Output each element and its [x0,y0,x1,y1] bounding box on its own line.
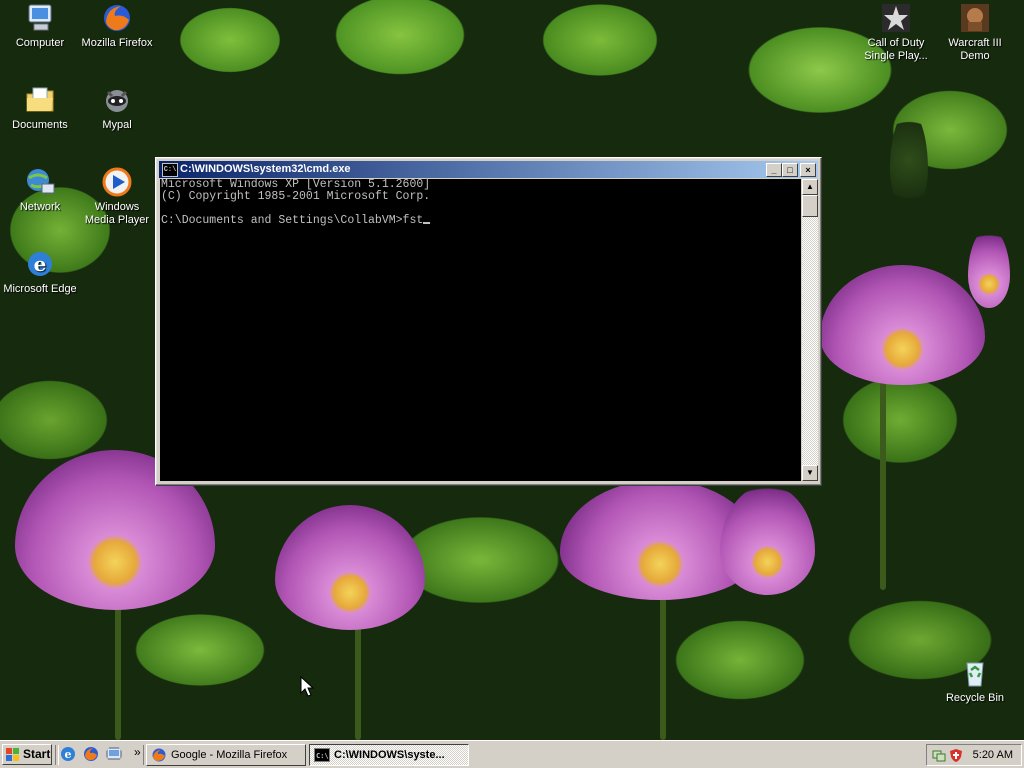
desktop-icon-edge[interactable]: e Microsoft Edge [2,248,78,296]
minimize-button[interactable]: _ [766,163,782,177]
console-line: (C) Copyright 1985-2001 Microsoft Corp. [161,190,431,203]
desktop-icon-label: Windows Media Player [84,201,150,226]
task-label: Google - Mozilla Firefox [171,749,288,761]
text-cursor [423,222,431,224]
firefox-icon [152,748,166,762]
console-output[interactable]: Microsoft Windows XP [Version 5.1.2600](… [160,179,801,481]
taskbar-separator [55,745,59,765]
scroll-down-button[interactable]: ▼ [802,465,818,481]
clock[interactable]: 5:20 AM [973,745,1013,765]
window-titlebar[interactable]: C:\ C:\WINDOWS\system32\cmd.exe _ □ × [159,161,818,178]
recycle-bin-icon [959,657,991,689]
media-player-icon [101,166,133,198]
taskbar: Start e » Google - Mozilla Firefox C:\ C… [0,740,1024,768]
firefox-icon[interactable] [83,746,99,762]
documents-icon [24,84,56,116]
desktop-icon-warcraft[interactable]: Warcraft III Demo [937,2,1013,63]
lotus-bud [968,228,1010,308]
close-button[interactable]: × [800,163,816,177]
desktop-icon-label: Recycle Bin [945,692,1005,704]
cmd-window[interactable]: C:\ C:\WINDOWS\system32\cmd.exe _ □ × Mi… [155,157,822,486]
show-desktop-icon[interactable] [106,746,122,762]
desktop-icon-firefox[interactable]: Mozilla Firefox [79,2,155,50]
desktop: Computer Mozilla Firefox Documents Mypal… [0,0,1024,740]
mypal-icon [101,84,133,116]
lotus-flower [275,505,425,630]
svg-text:e: e [34,252,47,276]
call-of-duty-icon [880,2,912,34]
desktop-icon-label: Documents [12,119,68,131]
scroll-up-button[interactable]: ▲ [802,179,818,195]
start-button[interactable]: Start [2,744,52,765]
task-cmd[interactable]: C:\ C:\WINDOWS\syste... [309,744,469,766]
svg-text:e: e [65,748,72,761]
desktop-icon-recycle-bin[interactable]: Recycle Bin [937,657,1013,705]
desktop-icon-label: Mozilla Firefox [81,37,153,49]
maximize-button[interactable]: □ [782,163,798,177]
desktop-icon-label: Mypal [102,119,132,131]
flower-stem [880,370,886,590]
flower-stem [660,580,666,740]
svg-text:C:\: C:\ [316,752,329,760]
desktop-icon-media-player[interactable]: Windows Media Player [79,166,155,227]
start-label: Start [23,747,51,761]
scroll-thumb[interactable] [802,195,818,217]
mouse-cursor-icon [300,676,314,697]
ie-icon[interactable]: e [60,746,76,762]
network-status-icon[interactable] [932,748,946,762]
task-firefox[interactable]: Google - Mozilla Firefox [146,744,306,766]
desktop-icon-network[interactable]: Network [2,166,78,214]
desktop-icon-mypal[interactable]: Mypal [79,84,155,132]
window-title: C:\WINDOWS\system32\cmd.exe [180,163,351,175]
console-prompt-line: C:\Documents and Settings\CollabVM>fst [161,215,801,227]
edge-icon: e [24,248,56,280]
firefox-icon [101,2,133,34]
computer-icon [24,2,56,34]
desktop-icon-label: Network [19,201,61,213]
lotus-bud [890,110,928,210]
quick-launch-overflow[interactable]: » [134,745,141,759]
console-prompt: C:\Documents and Settings\CollabVM>fst [161,214,424,227]
desktop-icon-computer[interactable]: Computer [2,2,78,50]
desktop-icon-label: Warcraft III Demo [948,37,1002,62]
security-shield-icon[interactable] [949,748,963,762]
lotus-flower [820,265,985,385]
cmd-icon: C:\ [162,163,178,177]
desktop-icon-label: Computer [15,37,65,49]
desktop-icon-label: Call of Duty Single Play... [864,37,928,62]
lotus-flower [720,485,815,595]
desktop-icon-call-of-duty[interactable]: Call of Duty Single Play... [858,2,934,63]
cmd-icon: C:\ [314,748,330,762]
desktop-icon-documents[interactable]: Documents [2,84,78,132]
task-label: C:\WINDOWS\syste... [334,749,445,761]
desktop-icon-label: Microsoft Edge [3,283,77,295]
network-icon [24,166,56,198]
system-tray: 5:20 AM [926,744,1022,766]
warcraft-icon [959,2,991,34]
windows-flag-icon [6,748,19,761]
vertical-scrollbar[interactable]: ▲ ▼ [802,179,818,481]
